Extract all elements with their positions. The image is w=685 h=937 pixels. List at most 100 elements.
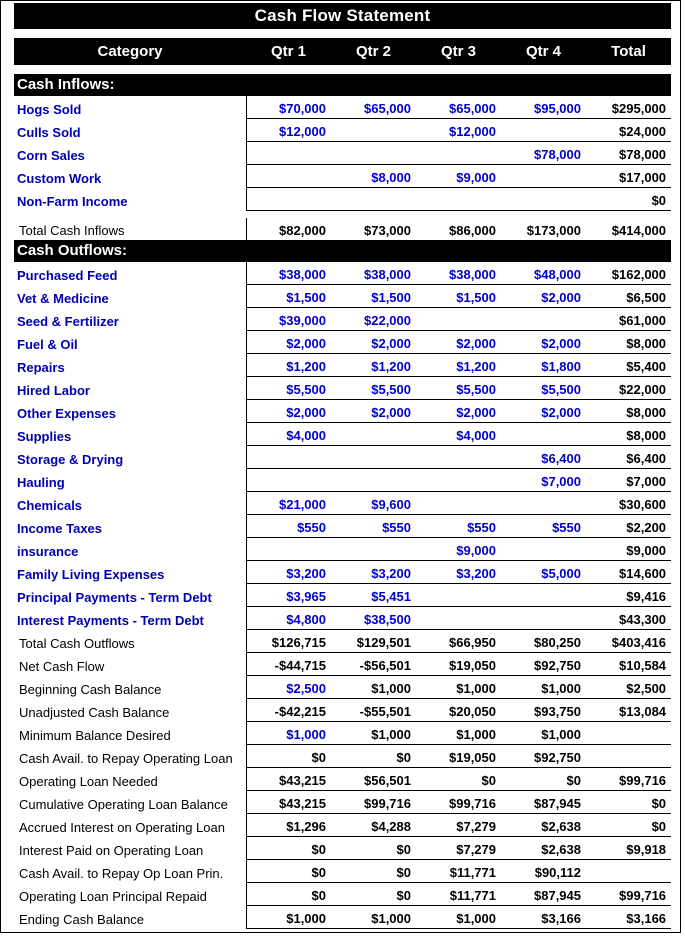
cell-q2: $5,500	[331, 376, 416, 400]
cell-q1: $2,000	[245, 330, 331, 354]
cell-q2: $99,716	[331, 790, 416, 814]
outflow-row: insurance $9,000 $9,000	[14, 537, 672, 561]
cell-q4: $80,250	[501, 629, 586, 653]
outflow-row: Hired Labor $5,500 $5,500 $5,500 $5,500 $22,0…	[14, 376, 672, 400]
cell-q1	[245, 537, 331, 561]
cell-q3	[416, 307, 501, 331]
cell-q4: $93,750	[501, 698, 586, 722]
row-label: Operating Loan Needed	[19, 773, 158, 789]
cell-total: $0	[586, 813, 672, 837]
title-spacer	[14, 29, 672, 38]
row-label: Other Expenses	[17, 405, 116, 421]
cell-q2: $1,500	[331, 284, 416, 308]
cell-q3: $1,000	[416, 721, 501, 745]
cell-total	[586, 859, 672, 883]
cell-q1: -$44,715	[245, 652, 331, 676]
row-label: Chemicals	[17, 497, 83, 513]
cell-q3: $20,050	[416, 698, 501, 722]
cell-q3: $65,000	[416, 96, 501, 119]
row-label: Interest Payments - Term Debt	[17, 612, 204, 628]
cell-q2: -$55,501	[331, 698, 416, 722]
cell-q2: $5,451	[331, 583, 416, 607]
cell-total: $0	[586, 187, 672, 211]
cell-q2	[331, 445, 416, 469]
outflow-row: Chemicals $21,000 $9,600 $30,600	[14, 491, 672, 515]
row-label: Fuel & Oil	[17, 336, 78, 352]
cell-q4: $5,000	[501, 560, 586, 584]
cell-total	[586, 721, 672, 745]
spacer-cell	[14, 210, 672, 218]
outflow-row: Vet & Medicine $1,500 $1,500 $1,500 $2,000 $6…	[14, 284, 672, 308]
cell-q1: $3,965	[245, 583, 331, 607]
cell-q4: $6,400	[501, 445, 586, 469]
cell-q4: $550	[501, 514, 586, 538]
summary-row: Cash Avail. to Repay Op Loan Prin. $0 $0 $1…	[14, 859, 672, 883]
cell-q4	[501, 187, 586, 211]
cell-q4: $2,000	[501, 330, 586, 354]
cell-total: $8,000	[586, 399, 672, 423]
row-label: Non-Farm Income	[17, 193, 128, 209]
cell-q2: $0	[331, 836, 416, 860]
cell-q2: $65,000	[331, 96, 416, 119]
cell-q1: $43,215	[245, 767, 331, 791]
summary-row: Beginning Cash Balance $2,500 $1,000 $1,000…	[14, 675, 672, 699]
cell-q3: $86,000	[449, 223, 496, 238]
cell-total: $99,716	[586, 767, 672, 791]
cell-q1: $550	[245, 514, 331, 538]
cell-q4: $2,638	[501, 836, 586, 860]
cell-q3: $2,000	[416, 330, 501, 354]
cell-q2: $38,000	[331, 262, 416, 285]
cell-q3: $4,000	[416, 422, 501, 446]
outflow-row: Purchased Feed $38,000 $38,000 $38,000 $48,0…	[14, 262, 672, 285]
cell-q2: $1,000	[331, 675, 416, 699]
header-spacer	[14, 65, 672, 74]
cell-q4: $90,112	[501, 859, 586, 883]
cell-q3: $3,200	[416, 560, 501, 584]
cell-q1	[245, 187, 331, 211]
row-label: Operating Loan Principal Repaid	[19, 888, 207, 904]
cell-q3	[416, 491, 501, 515]
cell-total: $99,716	[586, 882, 672, 906]
inflow-row: Corn Sales $78,000 $78,000	[14, 141, 672, 165]
row-label: Corn Sales	[17, 147, 85, 163]
cell-q1: -$42,215	[245, 698, 331, 722]
cell-q2: $73,000	[364, 223, 411, 238]
cell-q4	[501, 422, 586, 446]
cell-total: $8,000	[586, 422, 672, 446]
cell-q2: $0	[331, 744, 416, 768]
inflow-row: Culls Sold $12,000 $12,000 $24,000	[14, 118, 672, 142]
cell-q4	[501, 583, 586, 607]
cell-q2	[331, 468, 416, 492]
cell-q4: $2,000	[501, 399, 586, 423]
cash-flow-sheet: Cash Flow Statement Category Qtr 1 Qtr 2 Qtr…	[14, 3, 672, 929]
row-label: Hogs Sold	[17, 101, 82, 117]
outflow-row: Principal Payments - Term Debt $3,965 $5,4…	[14, 583, 672, 607]
cell-total: $17,000	[586, 164, 672, 188]
cell-q1: $21,000	[245, 491, 331, 515]
cell-total: $24,000	[586, 118, 672, 142]
summary-row: Operating Loan Needed $43,215 $56,501 $0 $0 $…	[14, 767, 672, 791]
cell-total	[586, 744, 672, 768]
cell-q2: $56,501	[331, 767, 416, 791]
summary-row: Unadjusted Cash Balance -$42,215 -$55,501 $…	[14, 698, 672, 722]
column-header-q1: Qtr 1	[246, 38, 331, 65]
outflow-row: Other Expenses $2,000 $2,000 $2,000 $2,000 $8…	[14, 399, 672, 423]
cell-total: $13,084	[586, 698, 672, 722]
cell-q2: $1,000	[331, 905, 416, 929]
cell-total: $43,300	[586, 606, 672, 630]
cell-q1: $3,200	[245, 560, 331, 584]
summary-row: Interest Paid on Operating Loan $0 $0 $7,27…	[14, 836, 672, 860]
cell-q4: $0	[501, 767, 586, 791]
row-label: Storage & Drying	[17, 451, 124, 467]
cell-q1: $1,296	[245, 813, 331, 837]
cell-q1	[245, 164, 331, 188]
cell-q3: $19,050	[416, 744, 501, 768]
cell-q1: $0	[245, 744, 331, 768]
row-label: Repairs	[17, 359, 65, 375]
cell-q4: $1,000	[501, 675, 586, 699]
cell-total: $162,000	[586, 262, 672, 285]
cell-q4: $48,000	[501, 262, 586, 285]
cell-q4: $92,750	[501, 652, 586, 676]
cell-q2: $0	[331, 859, 416, 883]
cell-q1: $4,800	[245, 606, 331, 630]
